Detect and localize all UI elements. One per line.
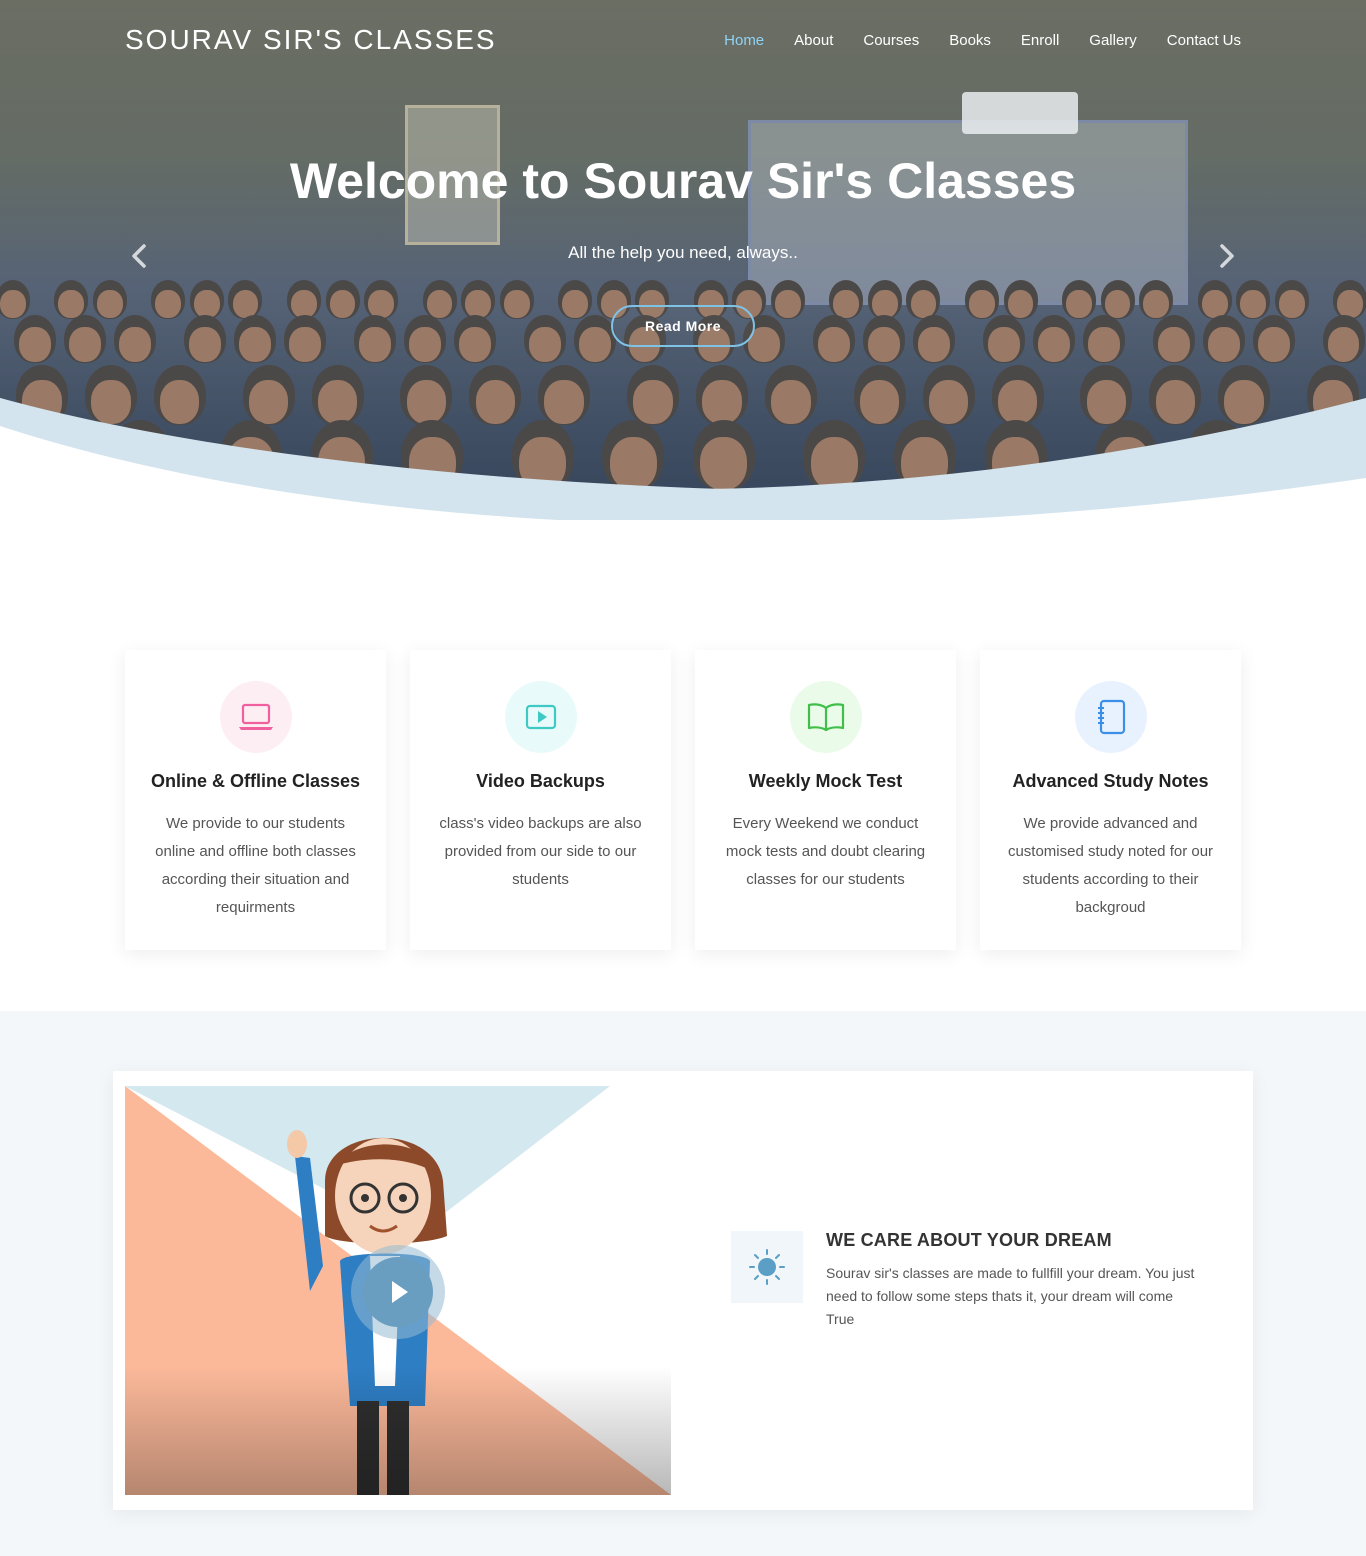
feature-title: Video Backups [476, 771, 605, 791]
read-more-button[interactable]: Read More [611, 305, 755, 347]
hero-subtitle: All the help you need, always.. [568, 243, 798, 262]
nav-gallery[interactable]: Gallery [1089, 32, 1137, 49]
about-title: WE CARE ABOUT YOUR DREAM [826, 1230, 1112, 1250]
play-icon [363, 1257, 433, 1327]
main-menu: Home About Courses Books Enroll Gallery … [724, 32, 1241, 49]
sun-icon [749, 1249, 785, 1285]
features-row: Online & Offline Classes We provide to o… [125, 650, 1241, 950]
notebook-icon [1097, 699, 1125, 735]
nav-about[interactable]: About [794, 32, 833, 49]
site-logo[interactable]: SOURAV SIR'S CLASSES [125, 24, 497, 56]
laptop-icon [238, 703, 273, 730]
feature-card-mock-test: Weekly Mock Test Every Weekend we conduc… [695, 650, 956, 950]
hero-title: Welcome to Sourav Sir's Classes [289, 153, 1077, 209]
nav-enroll[interactable]: Enroll [1021, 32, 1059, 49]
feature-card-video-backups: Video Backups class's video backups are … [410, 650, 671, 950]
video-play-icon [525, 704, 556, 730]
nav-contact-us[interactable]: Contact Us [1167, 32, 1241, 49]
about-text: Sourav sir's classes are made to fullfil… [826, 1265, 1195, 1327]
carousel-next-button[interactable] [1210, 240, 1242, 272]
feature-text: We provide advanced and customised study… [1007, 815, 1214, 916]
feature-text: class's video backups are also provided … [439, 815, 642, 888]
top-navbar: SOURAV SIR'S CLASSES Home About Courses … [0, 0, 1366, 80]
chevron-right-icon [1220, 244, 1234, 268]
nav-courses[interactable]: Courses [863, 32, 919, 49]
nav-books[interactable]: Books [949, 32, 991, 49]
video-play-button[interactable] [351, 1245, 445, 1339]
open-book-icon [807, 703, 844, 732]
feature-title: Advanced Study Notes [1012, 771, 1209, 791]
chevron-left-icon [132, 244, 146, 268]
feature-text: We provide to our students online and of… [155, 815, 356, 916]
feature-title: Online & Offline Classes [150, 771, 361, 791]
feature-text: Every Weekend we conduct mock tests and … [725, 815, 926, 888]
feature-card-online-offline: Online & Offline Classes We provide to o… [125, 650, 386, 950]
nav-home[interactable]: Home [724, 32, 764, 49]
feature-card-study-notes: Advanced Study Notes We provide advanced… [980, 650, 1241, 950]
hero-section: SOURAV SIR'S CLASSES Home About Courses … [0, 0, 1366, 520]
feature-title: Weekly Mock Test [748, 771, 903, 791]
dream-icon-box [731, 1231, 803, 1303]
carousel-prev-button[interactable] [124, 240, 156, 272]
